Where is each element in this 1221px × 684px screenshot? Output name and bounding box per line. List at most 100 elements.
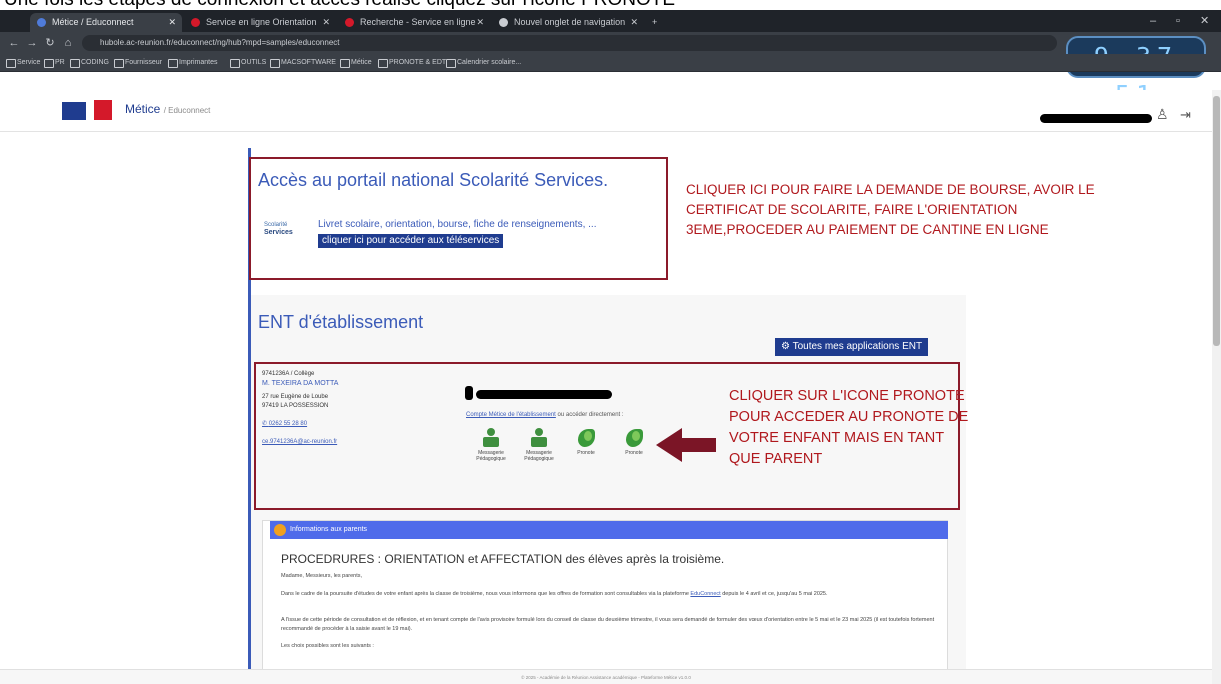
messagerie-icon	[531, 428, 547, 448]
page: Une fois les étapes de connexion et accè…	[0, 0, 1221, 684]
logout-icon[interactable]: ⇥	[1180, 107, 1191, 123]
phone-icon: ✆	[262, 421, 269, 427]
school-address-1: 27 rue Eugène de Loube	[262, 394, 329, 400]
back-icon[interactable]: ←	[6, 35, 22, 51]
info-paragraph-4: Les choix possibles sont les suivants :	[281, 643, 374, 649]
new-tab-button[interactable]: +	[646, 13, 666, 32]
maximize-icon[interactable]: ▫	[1176, 10, 1180, 32]
cogs-icon: ⚙	[781, 341, 790, 352]
pronote-icon	[578, 428, 595, 448]
portal-annotation: CLIQUER ICI POUR FAIRE LA DEMANDE DE BOU…	[686, 182, 1095, 237]
favicon-icon	[191, 18, 200, 27]
logo-line-2: Services	[264, 229, 293, 236]
info-paragraph-2: Dans le cadre de la poursuite d'études d…	[281, 590, 953, 599]
parents-info-header: Informations aux parents	[270, 521, 948, 539]
redacted-avatar	[465, 386, 473, 400]
reload-icon[interactable]: ↻	[42, 35, 58, 51]
redacted-user-name	[1040, 114, 1152, 123]
app-label: Pronote	[625, 450, 643, 456]
all-ent-apps-button[interactable]: ⚙ Toutes mes applications ENT	[775, 338, 929, 356]
app-label: Messagerie Pédagogique	[476, 450, 506, 462]
brand-title[interactable]: Métice / Educonnect	[125, 102, 210, 116]
close-tab-icon[interactable]: ✕	[630, 13, 638, 32]
direct-access-suffix: ou accéder directement :	[555, 412, 624, 418]
tab-label: Recherche - Service en ligne	[360, 17, 476, 27]
pronote-annotation: CLIQUER SUR L'ICONE PRONOTE POUR ACCEDER…	[729, 388, 969, 467]
page-footer: © 2025 - Académie de la Réunion Assistan…	[0, 669, 1212, 684]
info-paragraph-2-end: depuis le 4 avril et ce, jusqu'au 5 mai …	[720, 591, 828, 597]
address-bar: ← → ↻ ⌂ hubole.ac-reunion.fr/educonnect/…	[0, 32, 1221, 54]
favicon-icon	[499, 18, 508, 27]
direct-access-text: Compte Métice de l'établissement ou accé…	[466, 412, 624, 418]
close-tab-icon[interactable]: ✕	[322, 13, 330, 32]
bookmark-item[interactable]: CODING	[70, 57, 109, 69]
app-messagerie-1[interactable]: Messagerie Pédagogique	[474, 428, 508, 468]
close-tab-icon[interactable]: ✕	[168, 13, 176, 32]
app-pronote-2[interactable]: Pronote	[617, 428, 651, 468]
bookmark-item[interactable]: Métice	[340, 57, 372, 69]
school-email[interactable]: ce.9741236A@ac-reunion.fr	[262, 438, 452, 447]
pointer-arrow-head	[656, 428, 682, 462]
portal-description[interactable]: Livret scolaire, orientation, bourse, fi…	[318, 219, 596, 230]
browser-tab-bar: Métice / Educonnect ✕ Service en ligne O…	[0, 10, 1221, 32]
close-window-icon[interactable]: ✕	[1200, 10, 1209, 32]
url-field[interactable]: hubole.ac-reunion.fr/educonnect/ng/hub?m…	[82, 35, 1057, 51]
tab-recherche[interactable]: Recherche - Service en ligne ✕	[338, 13, 490, 32]
bookmark-item[interactable]: Imprimantes	[168, 57, 218, 69]
tab-label: Service en ligne Orientation	[206, 17, 317, 27]
info-paragraph-3: A l'issue de cette période de consultati…	[281, 617, 935, 632]
redacted-account-name	[476, 390, 612, 399]
educonnect-link[interactable]: EduConnect	[690, 591, 720, 597]
bookmarks-bar: Service PR CODING Fournisseur Imprimante…	[0, 54, 1221, 72]
bookmark-item[interactable]: OUTILS	[230, 57, 266, 69]
close-tab-icon[interactable]: ✕	[476, 13, 484, 32]
scolarite-services-logo: Scolarité Services	[264, 221, 306, 239]
pointer-arrow-body	[680, 438, 716, 452]
bookmark-item[interactable]: PR	[44, 57, 65, 69]
tab-label: Métice / Educonnect	[52, 17, 134, 27]
info-title: PROCEDRURES : ORIENTATION et AFFECTATION…	[281, 552, 725, 566]
bookmark-item[interactable]: PRONOTE & EDT	[378, 57, 446, 69]
user-icon[interactable]: ♙	[1156, 106, 1169, 123]
logo-line-1: Scolarité	[264, 222, 288, 228]
all-ent-apps-label: Toutes mes applications ENT	[792, 341, 923, 352]
app-label: Pronote	[577, 450, 595, 456]
app-pronote-1[interactable]: Pronote	[569, 428, 603, 468]
instruction-caption: Une fois les étapes de connexion et accè…	[0, 0, 1221, 10]
ent-title: ENT d'établissement	[258, 312, 424, 332]
brand-subtitle: / Educonnect	[163, 106, 211, 115]
portal-title: Accès au portail national Scolarité Serv…	[258, 170, 609, 190]
info-badge-icon	[274, 524, 286, 536]
scrollbar-thumb[interactable]	[1213, 96, 1220, 346]
info-paragraph-2-text: Dans le cadre de la poursuite d'études d…	[281, 591, 691, 597]
tab-label: Nouvel onglet de navigation	[514, 17, 626, 27]
bookmark-item[interactable]: Service	[6, 57, 40, 69]
home-icon[interactable]: ⌂	[60, 35, 76, 51]
tab-nouvel-onglet[interactable]: Nouvel onglet de navigation ✕	[492, 13, 644, 32]
forward-icon[interactable]: →	[24, 35, 40, 51]
site-header: Métice / Educonnect	[0, 90, 1212, 132]
brand-name: Métice	[125, 102, 161, 116]
bookmark-item[interactable]: Fournisseur	[114, 57, 162, 69]
bookmark-item[interactable]: Calendrier scolaire...	[446, 57, 521, 69]
bookmark-item[interactable]: MACSOFTWARE	[270, 57, 336, 69]
school-phone[interactable]: ✆ 0262 55 28 80	[262, 420, 452, 429]
messagerie-icon	[483, 428, 499, 448]
pronote-icon	[626, 428, 643, 448]
favicon-icon	[345, 18, 354, 27]
school-card: 9741236A / Collège M. TEXEIRA DA MOTTA 2…	[262, 370, 452, 447]
school-address-2: 97419 LA POSSESSION	[262, 403, 329, 409]
phone-number: 0262 55 28 80	[268, 421, 308, 427]
tab-metice[interactable]: Métice / Educonnect ✕	[30, 13, 182, 32]
tab-service-orientation[interactable]: Service en ligne Orientation ✕	[184, 13, 336, 32]
parents-info-header-label: Informations aux parents	[290, 526, 368, 533]
metice-account-link[interactable]: Compte Métice de l'établissement	[466, 412, 556, 418]
app-messagerie-2[interactable]: Messagerie Pédagogique	[522, 428, 556, 468]
republique-logo	[62, 100, 114, 120]
teleservices-button[interactable]: cliquer ici pour accéder aux téléservice…	[318, 234, 504, 248]
minimize-icon[interactable]: –	[1150, 10, 1156, 32]
app-label: Messagerie Pédagogique	[524, 450, 554, 462]
favicon-icon	[37, 18, 46, 27]
school-name: M. TEXEIRA DA MOTTA	[262, 380, 339, 387]
school-code: 9741236A / Collège	[262, 371, 315, 377]
